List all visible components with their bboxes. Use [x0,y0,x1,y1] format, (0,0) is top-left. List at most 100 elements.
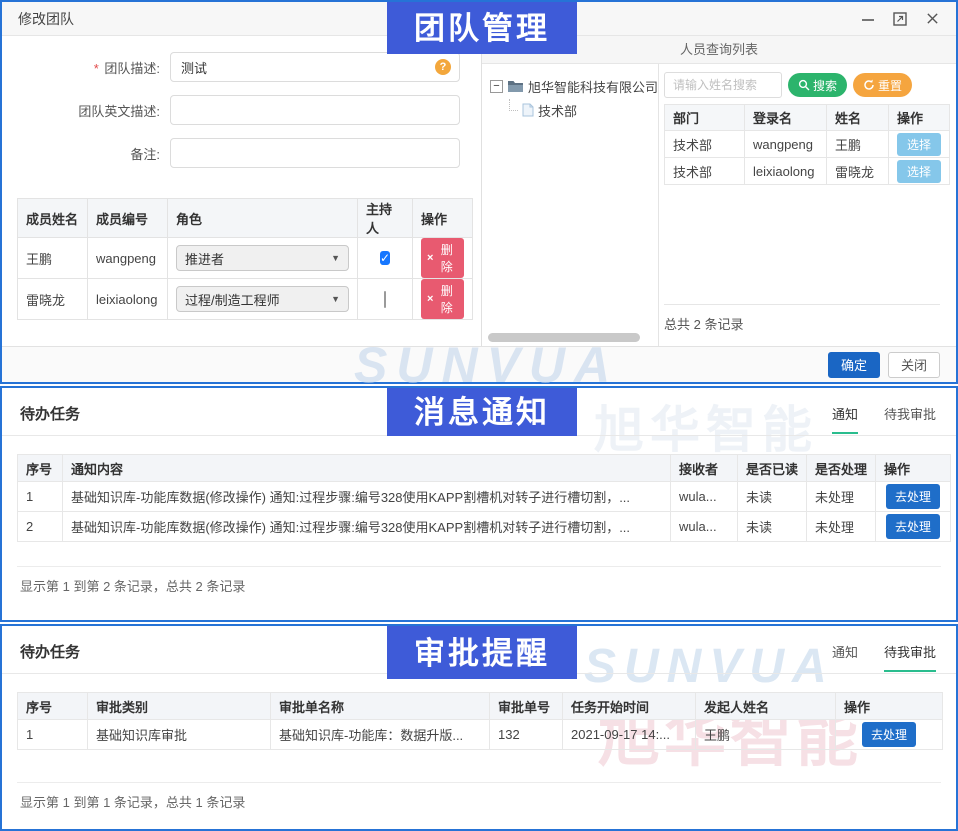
approval-form-number: 132 [490,720,563,750]
notice-handled-status: 未处理 [807,512,876,542]
notice-no: 1 [18,482,63,512]
required-asterisk: * [94,61,99,76]
tab-my-approvals[interactable]: 待我审批 [884,642,936,672]
col-receiver: 接收者 [671,455,738,482]
close-dialog-button[interactable]: 关闭 [888,352,940,378]
col-login: 登录名 [745,105,827,131]
close-button[interactable] [924,11,940,27]
refresh-icon [863,79,875,91]
go-handle-button[interactable]: 去处理 [862,722,916,747]
folder-icon [507,80,524,93]
approval-start-time: 2021-09-17 14:... [563,720,696,750]
person-row: 技术部 leixiaolong 雷晓龙 选择 [665,158,950,185]
department-tree: − 旭华智能科技有限公司 技术部 [482,64,659,346]
modify-team-dialog: 修改团队 * 团队描述: ? [0,0,958,384]
pending-tasks-notice-panel: 旭华智能 待办任务 通知 待我审批 序号 通知内容 接收者 是否已读 是否处理 … [0,386,958,622]
role-select[interactable]: 推进者 ▼ [176,245,349,271]
host-checkbox[interactable] [384,291,386,308]
col-member-action: 操作 [413,199,473,238]
tab-notifications[interactable]: 通知 [832,642,858,672]
team-form: * 团队描述: ? 团队英文描述: 备注: [2,36,481,346]
col-action: 操作 [836,693,943,720]
divider [17,782,941,783]
person-row: 技术部 wangpeng 王鹏 选择 [665,131,950,158]
remark-input[interactable] [170,138,460,168]
go-handle-button[interactable]: 去处理 [886,514,940,539]
dialog-title: 修改团队 [18,9,74,29]
name-search-input[interactable] [664,72,782,98]
select-person-button[interactable]: 选择 [897,160,941,183]
team-desc-label: * 团队描述: [2,58,170,77]
remark-label: 备注: [2,144,170,163]
col-host: 主持人 [358,199,413,238]
minimize-icon [861,12,875,26]
notice-table-header-row: 序号 通知内容 接收者 是否已读 是否处理 操作 [18,455,951,482]
tree-node-label: 旭华智能科技有限公司 [528,77,658,96]
banner-approval-reminder: 审批提醒 [387,626,577,679]
tree-node-department[interactable]: 技术部 [482,98,658,122]
form-row-team-desc-en: 团队英文描述: [2,95,481,125]
col-member-code: 成员编号 [88,199,168,238]
tab-bar: 通知 待我审批 [832,642,936,672]
notice-row: 1 基础知识库-功能库数据(修改操作) 通知:过程步骤:编号328使用KAPP割… [18,482,951,512]
person-query-panel: 人员查询列表 − 旭华智能科技有限公司 技术部 [481,36,956,346]
window-controls [860,11,940,27]
notice-content: 基础知识库-功能库数据(修改操作) 通知:过程步骤:编号328使用KAPP割槽机… [63,512,671,542]
person-table-header-row: 部门 登录名 姓名 操作 [665,105,950,131]
screen: 修改团队 * 团队描述: ? [0,0,958,831]
col-role: 角色 [168,199,358,238]
approval-category: 基础知识库审批 [88,720,271,750]
notice-row: 2 基础知识库-功能库数据(修改操作) 通知:过程步骤:编号328使用KAPP割… [18,512,951,542]
approval-table-header-row: 序号 审批类别 审批单名称 审批单号 任务开始时间 发起人姓名 操作 [18,693,943,720]
delete-member-button[interactable]: ×删除 [421,279,464,319]
person-search-bar: 搜索 重置 [664,72,912,98]
person-name: 雷晓龙 [827,158,889,185]
select-person-button[interactable]: 选择 [897,133,941,156]
delete-icon: × [427,294,433,305]
col-start-time: 任务开始时间 [563,693,696,720]
role-select[interactable]: 过程/制造工程师 ▼ [176,286,349,312]
divider [17,566,941,567]
document-icon [522,103,534,117]
tree-horizontal-scrollbar[interactable] [488,333,640,342]
approval-no: 1 [18,720,88,750]
tab-my-approvals[interactable]: 待我审批 [884,404,936,434]
watermark-sunvua: SUNVUA [584,639,835,694]
member-name: 雷晓龙 [18,279,88,320]
reset-button[interactable]: 重置 [853,73,912,97]
col-member-name: 成员姓名 [18,199,88,238]
host-checkbox[interactable]: ✓ [380,251,390,265]
chevron-down-icon: ▼ [331,294,340,304]
team-desc-en-input[interactable] [170,95,460,125]
delete-member-button[interactable]: ×删除 [421,238,464,278]
maximize-button[interactable] [892,11,908,27]
team-desc-input[interactable] [170,52,460,82]
notice-receiver: wula... [671,512,738,542]
minimize-button[interactable] [860,11,876,27]
notice-handled-status: 未处理 [807,482,876,512]
go-handle-button[interactable]: 去处理 [886,484,940,509]
col-form-number: 审批单号 [490,693,563,720]
col-department: 部门 [665,105,745,131]
tree-collapse-icon[interactable]: − [490,80,503,93]
notice-read-status: 未读 [738,512,807,542]
tab-notifications[interactable]: 通知 [832,404,858,434]
banner-message-notification: 消息通知 [387,388,577,436]
person-dept: 技术部 [665,131,745,158]
panel-title: 待办任务 [20,641,80,662]
approval-initiator: 王鹏 [696,720,836,750]
tree-node-company[interactable]: − 旭华智能科技有限公司 [482,74,658,98]
search-button[interactable]: 搜索 [788,73,847,97]
help-icon[interactable]: ? [435,59,451,75]
chevron-down-icon: ▼ [331,253,340,263]
banner-team-management: 团队管理 [387,2,577,54]
person-query-content: 搜索 重置 部门 登录名 姓名 操作 [660,64,956,346]
search-icon [798,79,810,91]
notice-no: 2 [18,512,63,542]
col-handled: 是否处理 [807,455,876,482]
watermark-xuhua: 旭华智能 [594,390,818,462]
person-dept: 技术部 [665,158,745,185]
ok-button[interactable]: 确定 [828,352,880,378]
form-row-remark: 备注: [2,138,481,168]
col-read: 是否已读 [738,455,807,482]
